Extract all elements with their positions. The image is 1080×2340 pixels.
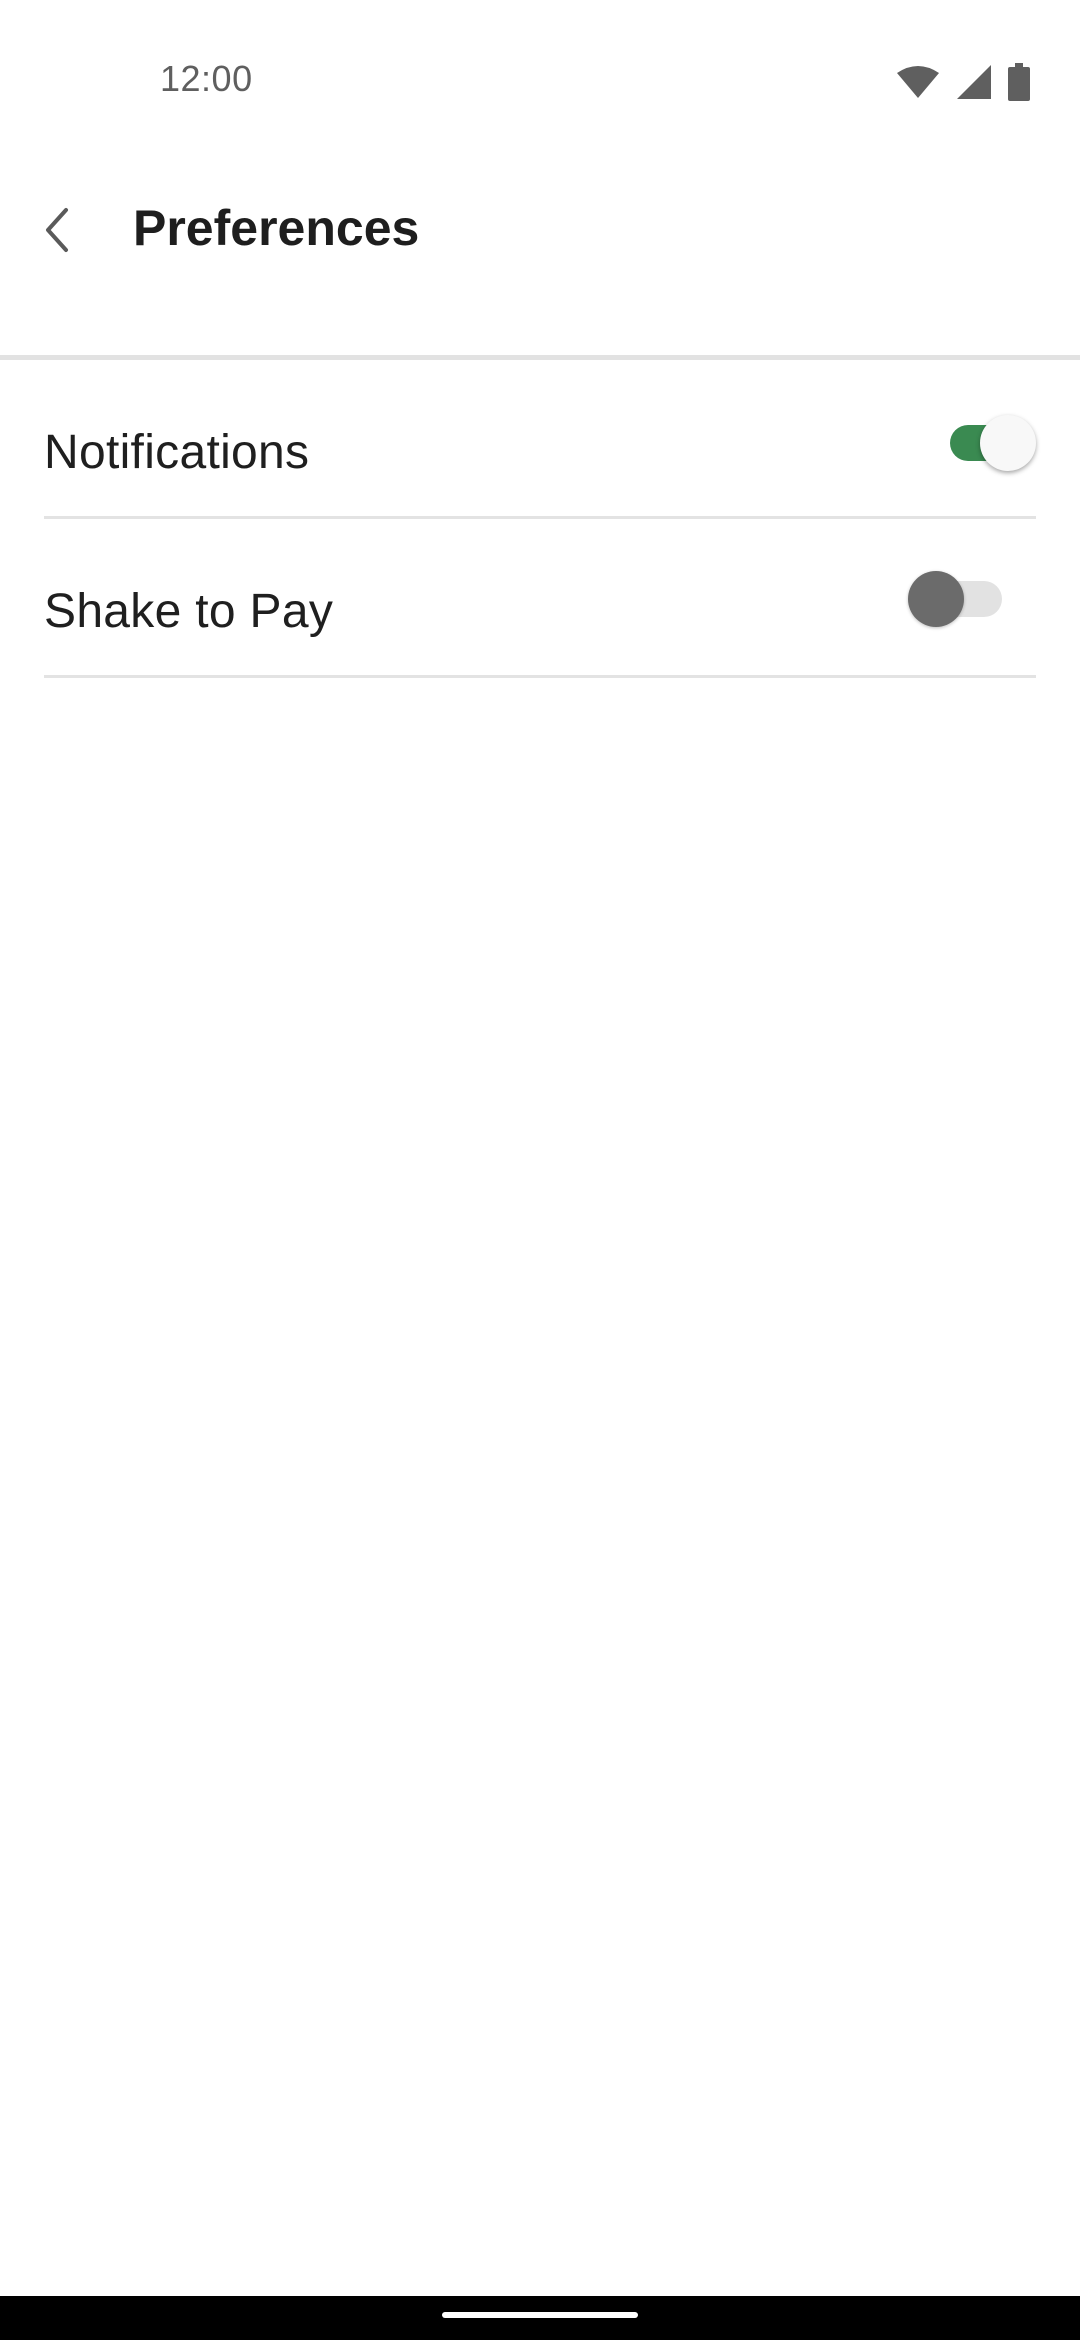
wifi-icon bbox=[896, 65, 940, 99]
notifications-toggle[interactable] bbox=[940, 408, 1036, 472]
settings-list: Notifications Shake to Pay bbox=[0, 360, 1080, 678]
chevron-left-icon bbox=[42, 206, 70, 259]
page-title: Preferences bbox=[133, 200, 420, 256]
status-bar: 12:00 bbox=[0, 0, 1080, 164]
app-bar: Preferences bbox=[0, 164, 1080, 356]
home-handle[interactable] bbox=[442, 2312, 638, 2318]
toggle-thumb bbox=[908, 571, 964, 627]
shake-to-pay-toggle[interactable] bbox=[908, 564, 1010, 628]
battery-icon bbox=[1008, 63, 1030, 101]
navigation-bar bbox=[0, 2296, 1080, 2340]
back-button[interactable] bbox=[24, 184, 88, 280]
setting-label-notifications: Notifications bbox=[44, 426, 310, 479]
status-time: 12:00 bbox=[160, 58, 253, 99]
toggle-thumb bbox=[980, 415, 1036, 471]
signal-icon bbox=[956, 64, 992, 100]
setting-row-shake-to-pay[interactable]: Shake to Pay bbox=[44, 519, 1036, 678]
preferences-screen: 12:00 Preferences Notifications Shake to… bbox=[0, 0, 1080, 2340]
setting-label-shake-to-pay: Shake to Pay bbox=[44, 585, 334, 638]
status-icons bbox=[896, 62, 1030, 102]
setting-row-notifications[interactable]: Notifications bbox=[44, 360, 1036, 519]
